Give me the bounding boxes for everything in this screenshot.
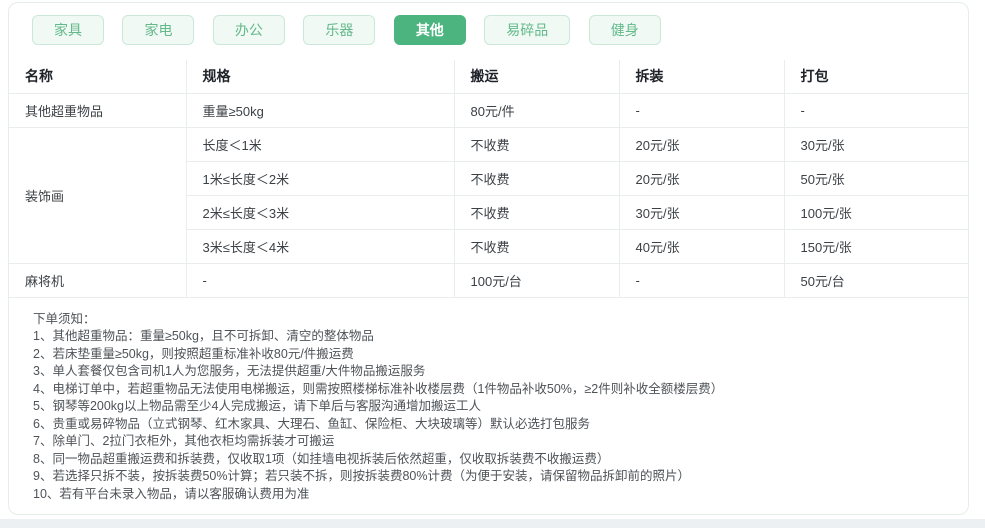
column-header-disassembly: 拆装 (618, 60, 785, 94)
packing-cell: 50元/台 (783, 262, 968, 298)
pricing-table: 名称 规格 搬运 拆装 打包 其他超重物品 重量≥50kg 80元/件 - - … (9, 60, 968, 298)
tab-furniture[interactable]: 家具 (32, 15, 104, 45)
moving-cell: 不收费 (453, 160, 620, 196)
note-item: 1、其他超重物品：重量≥50kg，且不可拆卸、清空的整体物品 (33, 329, 374, 343)
note-item: 4、电梯订单中，若超重物品无法使用电梯搬运，则需按照楼梯标准补收楼层费（1件物品… (33, 381, 724, 396)
spec-cell: 长度＜1米 (185, 126, 455, 162)
disassembly-cell: 20元/张 (618, 126, 785, 162)
disassembly-cell: 30元/张 (618, 194, 785, 230)
table-row: 麻将机 - 100元/台 - 50元/台 (9, 262, 968, 298)
item-name-cell: 装饰画 (9, 126, 187, 264)
table-header-row: 名称 规格 搬运 拆装 打包 (9, 60, 968, 94)
packing-cell: 150元/张 (783, 228, 968, 264)
item-name-cell: 其他超重物品 (9, 92, 187, 128)
table-row: 其他超重物品 重量≥50kg 80元/件 - - (9, 92, 968, 128)
note-item: 7、除单门、2拉门衣柜外，其他衣柜均需拆装才可搬运 (33, 434, 335, 448)
note-item: 2、若床垫重量≥50kg，则按照超重标准补收80元/件搬运费 (33, 346, 354, 361)
note-item: 6、贵重或易碎物品（立式钢琴、红木家具、大理石、鱼缸、保险柜、大块玻璃等）默认必… (33, 416, 590, 431)
disassembly-cell: 20元/张 (618, 160, 785, 196)
moving-cell: 不收费 (453, 228, 620, 264)
column-header-name: 名称 (9, 60, 187, 94)
spec-cell: 1米≤长度＜2米 (185, 160, 455, 196)
spec-cell: 3米≤长度＜4米 (185, 228, 455, 264)
spec-cell: 2米≤长度＜3米 (185, 194, 455, 230)
moving-cell: 100元/台 (453, 262, 620, 298)
spec-cell: - (185, 262, 455, 298)
note-item: 3、单人套餐仅包含司机1人为您服务，无法提供超重/大件物品搬运服务 (33, 364, 426, 378)
moving-cell: 不收费 (453, 194, 620, 230)
bottom-divider (0, 519, 985, 528)
column-header-packing: 打包 (783, 60, 968, 94)
note-item: 5、钢琴等200kg以上物品需至少4人完成搬运，请下单后与客服沟通增加搬运工人 (33, 399, 481, 413)
note-item: 9、若选择只拆不装，按拆装费50%计算；若只装不拆，则按拆装费80%计费（为便于… (33, 469, 690, 483)
tab-other[interactable]: 其他 (393, 15, 466, 45)
tab-appliances[interactable]: 家电 (122, 15, 195, 45)
note-item: 8、同一物品超重搬运费和拆装费，仅收取1项（如挂墙电视拆装后依然超重，仅收取拆装… (33, 451, 610, 466)
packing-cell: - (783, 92, 968, 128)
packing-cell: 30元/张 (783, 126, 968, 162)
moving-cell: 80元/件 (453, 92, 620, 128)
tab-fitness[interactable]: 健身 (588, 15, 661, 45)
tab-instruments[interactable]: 乐器 (303, 15, 376, 45)
tab-office[interactable]: 办公 (212, 15, 285, 45)
order-notes: 下单须知： 1、其他超重物品：重量≥50kg，且不可拆卸、清空的整体物品 2、若… (9, 298, 968, 504)
column-header-spec: 规格 (185, 60, 455, 94)
moving-cell: 不收费 (453, 126, 620, 162)
disassembly-cell: - (618, 262, 785, 298)
pricing-panel: 家具 家电 办公 乐器 其他 易碎品 健身 名称 规格 搬运 拆装 打包 其他超… (8, 2, 969, 515)
spec-cell: 重量≥50kg (185, 92, 455, 128)
item-name-cell: 麻将机 (9, 262, 187, 298)
packing-cell: 50元/张 (783, 160, 968, 196)
column-header-moving: 搬运 (453, 60, 620, 94)
packing-cell: 100元/张 (783, 194, 968, 230)
notes-title: 下单须知： (33, 311, 96, 326)
disassembly-cell: - (618, 92, 785, 128)
note-item: 10、若有平台未录入物品，请以客服确认费用为准 (33, 486, 310, 501)
disassembly-cell: 40元/张 (618, 228, 785, 264)
category-tabs: 家具 家电 办公 乐器 其他 易碎品 健身 (9, 3, 968, 47)
tab-fragile[interactable]: 易碎品 (484, 15, 571, 45)
table-row: 装饰画 长度＜1米 不收费 20元/张 30元/张 (9, 126, 968, 264)
